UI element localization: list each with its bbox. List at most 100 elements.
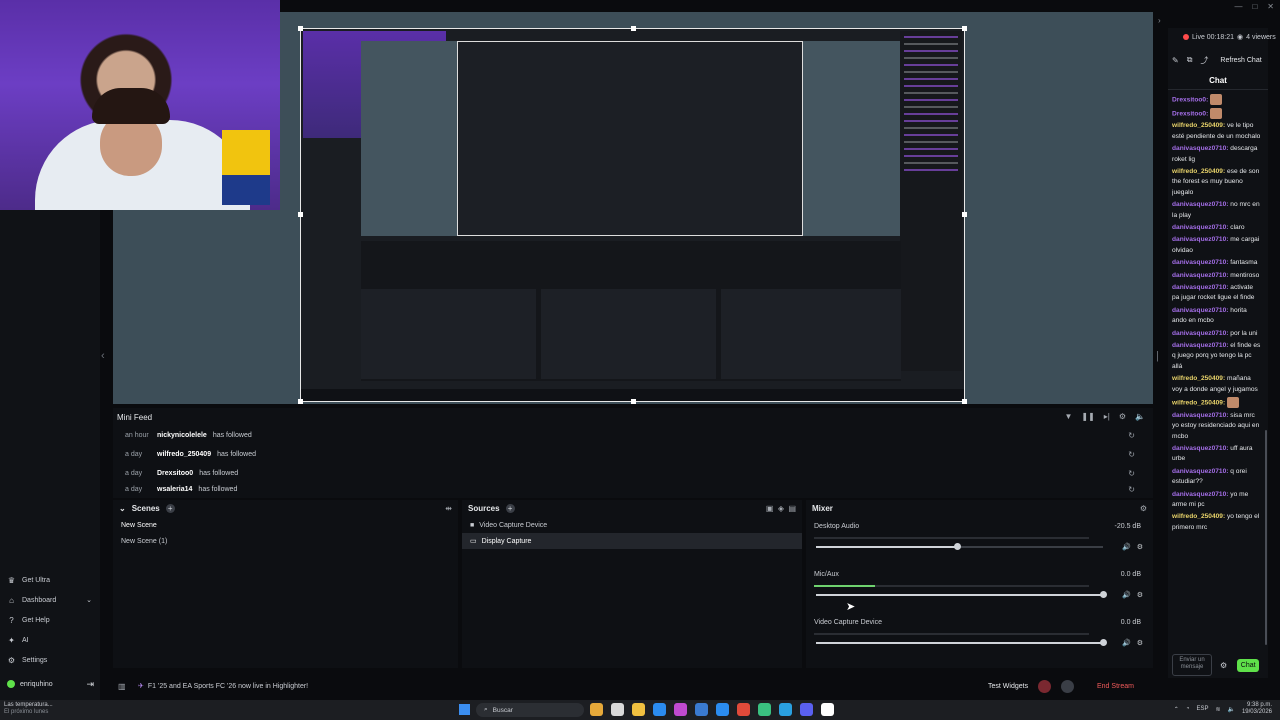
filter-icon[interactable]: ▤ [788, 504, 796, 513]
taskbar-app-icon[interactable] [611, 703, 624, 716]
add-scene-button[interactable]: + [165, 504, 175, 513]
pause-icon[interactable]: ❚❚ [1081, 412, 1094, 421]
resize-handle[interactable] [962, 212, 967, 217]
display-capture-source[interactable] [298, 26, 967, 404]
volume-slider-knob[interactable] [1100, 639, 1107, 646]
gear-icon[interactable]: ⚙ [1137, 591, 1143, 599]
lang-indicator[interactable]: ESP [1196, 706, 1208, 712]
folder-icon[interactable]: ▣ [766, 504, 774, 513]
chat-username[interactable]: Drexsitoo0: [1172, 96, 1208, 103]
sidebar-item-settings[interactable]: ⚙ Settings [0, 650, 100, 670]
scenes-chevron-icon[interactable]: ⌄ [119, 504, 126, 513]
resize-handle[interactable] [631, 26, 636, 31]
chat-scrollbar[interactable] [1265, 430, 1267, 645]
taskbar-app-icon[interactable] [800, 703, 813, 716]
taskbar-app-icon[interactable] [716, 703, 729, 716]
refresh-chat-button[interactable]: Refresh Chat [1220, 56, 1261, 65]
chat-username[interactable]: danivasquez0710: [1172, 330, 1228, 337]
volume-slider-knob[interactable] [1100, 591, 1107, 598]
sidebar-item-dashboard[interactable]: ⌂ Dashboard ⌄ [0, 590, 100, 610]
chat-username[interactable]: danivasquez0710: [1172, 445, 1228, 452]
feed-user[interactable]: wilfredo_250409 [157, 451, 211, 458]
chat-input[interactable]: Enviar un mensaje [1172, 654, 1212, 676]
stats-icon[interactable]: ▥ [118, 682, 128, 691]
chat-username[interactable]: danivasquez0710: [1172, 201, 1228, 208]
sidebar-item-get-ultra[interactable]: ♛ Get Ultra [0, 570, 100, 590]
volume-slider-knob[interactable] [953, 543, 961, 550]
chat-username[interactable]: danivasquez0710: [1172, 236, 1228, 243]
resize-handle[interactable] [631, 399, 636, 404]
replay-icon[interactable]: ↻ [1128, 431, 1135, 440]
resize-handle[interactable] [298, 26, 303, 31]
maximize-icon[interactable]: □ [1252, 2, 1257, 11]
resize-handle[interactable] [962, 399, 967, 404]
taskbar-clock[interactable]: 9:38 p.m. 19/03/2026 [1242, 702, 1272, 716]
wifi-icon[interactable]: ≋ [1215, 706, 1220, 713]
replay-icon[interactable]: ↻ [1128, 485, 1135, 494]
feed-user[interactable]: wsaleria14 [157, 486, 192, 493]
chat-send-button[interactable]: Chat [1237, 658, 1260, 672]
chevron-down-icon[interactable]: ⌄ [86, 596, 92, 604]
collapse-right-icon[interactable]: | [1156, 350, 1159, 362]
promo-banner[interactable]: ✈ F1 '25 and EA Sports FC '26 now live in… [138, 682, 308, 690]
taskbar-app-icon[interactable] [737, 703, 750, 716]
taskbar-app-icon[interactable] [590, 703, 603, 716]
chat-username[interactable]: danivasquez0710: [1172, 224, 1228, 231]
chat-username[interactable]: Drexsitoo0: [1172, 110, 1208, 117]
scene-item[interactable]: New Scene [113, 517, 458, 533]
taskbar-app-icon[interactable] [758, 703, 771, 716]
source-item[interactable]: ▭ Display Capture [462, 533, 802, 549]
collapse-chat-icon[interactable]: › [1158, 16, 1161, 25]
taskbar-search[interactable]: ⌕ Buscar [476, 703, 584, 717]
gear-icon[interactable]: ⚙ [1137, 639, 1143, 647]
edit-icon[interactable]: ✎ [1172, 56, 1179, 65]
chevron-up-icon[interactable]: ⌃ [1174, 706, 1179, 713]
logout-icon[interactable]: ⇥ [86, 679, 94, 690]
share-icon[interactable]: ⤴ [1200, 55, 1208, 66]
replay-buffer-button[interactable] [1061, 679, 1074, 693]
add-source-button[interactable]: + [505, 504, 515, 513]
settings-icon[interactable]: ⚙ [1119, 412, 1126, 421]
user-profile[interactable]: enriquhino ⇥ [0, 676, 100, 692]
network-icon[interactable]: ◔ [1186, 706, 1190, 712]
feed-user[interactable]: nickynicolelele [157, 432, 207, 439]
filter-icon[interactable]: ▼ [1064, 412, 1072, 421]
sidebar-item-get-help[interactable]: ? Get Help [0, 610, 100, 630]
taskbar-app-icon[interactable] [695, 703, 708, 716]
chat-username[interactable]: wilfredo_250409: [1172, 513, 1225, 520]
sidebar-item-ai[interactable]: ✦ AI [0, 630, 100, 650]
chat-username[interactable]: danivasquez0710: [1172, 259, 1228, 266]
chat-username[interactable]: wilfredo_250409: [1172, 168, 1225, 175]
chat-username[interactable]: danivasquez0710: [1172, 342, 1228, 349]
taskbar-app-icon[interactable] [674, 703, 687, 716]
chat-username[interactable]: danivasquez0710: [1172, 284, 1228, 291]
collapse-left-icon[interactable]: ‹ [101, 350, 105, 362]
weather-widget[interactable]: Las temperatura... El próximo lunes [4, 702, 53, 716]
minimize-icon[interactable]: — [1234, 2, 1242, 11]
close-icon[interactable]: ✕ [1267, 2, 1274, 11]
volume-slider[interactable] [816, 594, 1103, 596]
scene-transition-icon[interactable]: ⇹ [445, 504, 452, 513]
taskbar-app-icon[interactable] [653, 703, 666, 716]
chat-username[interactable]: danivasquez0710: [1172, 412, 1228, 419]
replay-icon[interactable]: ↻ [1128, 450, 1135, 459]
chat-username[interactable]: wilfredo_250409: [1172, 375, 1225, 382]
resize-handle[interactable] [298, 399, 303, 404]
replay-icon[interactable]: ↻ [1128, 469, 1135, 478]
resize-handle[interactable] [298, 212, 303, 217]
taskbar-app-icon[interactable] [632, 703, 645, 716]
popout-icon[interactable]: ⧉ [1187, 55, 1193, 65]
chat-username[interactable]: danivasquez0710: [1172, 468, 1228, 475]
chat-username[interactable]: danivasquez0710: [1172, 307, 1228, 314]
taskbar-app-icon[interactable] [821, 703, 834, 716]
taskbar-app-icon[interactable] [779, 703, 792, 716]
skip-icon[interactable]: ▸| [1104, 412, 1110, 421]
end-stream-button[interactable]: End Stream [1097, 683, 1134, 690]
mixer-settings-icon[interactable]: ⚙ [1140, 504, 1147, 513]
record-button[interactable] [1038, 679, 1051, 693]
speaker-icon[interactable]: 🔈 [1227, 706, 1234, 713]
chat-username[interactable]: wilfredo_250409: [1172, 399, 1225, 406]
windows-start-icon[interactable] [459, 704, 470, 715]
lock-icon[interactable]: ■ [470, 522, 474, 529]
chat-username[interactable]: danivasquez0710: [1172, 491, 1228, 498]
